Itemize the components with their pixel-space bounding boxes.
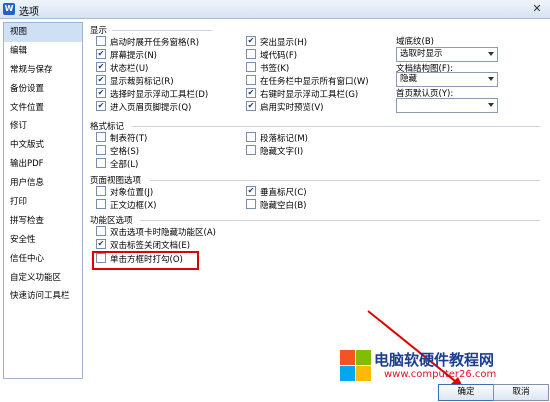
sidebar-item-file-location[interactable]: 文件位置 [4,99,82,118]
checkbox[interactable] [96,62,106,72]
section-title-ribbon: 功能区选项 [90,216,133,226]
sidebar-item-export-pdf[interactable]: 输出PDF [4,155,82,174]
sidebar-item-user-info[interactable]: 用户信息 [4,174,82,193]
checkbox[interactable] [96,145,106,155]
ok-button[interactable]: 确定 [438,384,494,401]
checkbox[interactable] [246,199,256,209]
watermark: 电脑软硬件教程网 www.computer26.com [340,348,548,384]
divider [150,180,540,181]
checkbox[interactable] [96,239,106,249]
option-bookmarks[interactable]: 书签(K) [246,62,289,74]
checkbox[interactable] [246,62,256,72]
sidebar-item-general-save[interactable]: 常规与保存 [4,61,82,80]
option-hidden-text[interactable]: 隐藏文字(I) [246,145,303,157]
watermark-title: 电脑软硬件教程网 [374,351,495,369]
chevron-down-icon [488,103,494,107]
option-all-marks[interactable]: 全部(L) [96,158,138,170]
checkbox[interactable] [246,88,256,98]
option-hide-whitespace[interactable]: 隐藏空白(B) [246,199,306,211]
window-title: 选项 [19,7,39,18]
field-shading-select[interactable]: 选取时显示 [396,47,498,62]
options-sidebar: 视图 编辑 常规与保存 备份设置 文件位置 修订 中文版式 输出PDF 用户信息… [3,22,83,379]
checkbox[interactable] [96,36,106,46]
option-spaces[interactable]: 空格(S) [96,145,139,157]
checkbox[interactable] [96,158,106,168]
checkbox[interactable] [246,101,256,111]
sidebar-item-edit[interactable]: 编辑 [4,42,82,61]
checkbox[interactable] [96,186,106,196]
option-float-toolbar-select[interactable]: 选择时显示浮动工具栏(D) [96,88,208,100]
sidebar-item-print[interactable]: 打印 [4,193,82,212]
watermark-url: www.computer26.com [384,369,497,380]
chevron-down-icon [488,52,494,56]
app-icon: W [3,3,15,15]
option-dblclick-hide-ribbon[interactable]: 双击选项卡时隐藏功能区(A) [96,226,216,238]
annotation-highlight-box [92,251,199,270]
title-bar: W 选项 ✕ [0,0,550,19]
option-text-border[interactable]: 正文边框(X) [96,199,156,211]
option-expand-task-pane[interactable]: 启动时展开任务窗格(R) [96,36,199,48]
checkbox[interactable] [96,199,106,209]
option-highlight[interactable]: 突出显示(H) [246,36,307,48]
checkbox[interactable] [246,132,256,142]
options-content: 显示 启动时展开任务窗格(R) 屏幕提示(N) 状态栏(U) 显示裁剪标记(R)… [86,22,546,377]
option-crop-marks[interactable]: 显示裁剪标记(R) [96,75,174,87]
option-live-preview[interactable]: 启用实时预览(V) [246,101,323,113]
sidebar-item-quick-access[interactable]: 快速访问工具栏 [4,287,82,306]
sidebar-item-spelling[interactable]: 拼写检查 [4,212,82,231]
cancel-button[interactable]: 取消 [493,384,549,401]
option-float-toolbar-right[interactable]: 右键时显示浮动工具栏(G) [246,88,358,100]
option-object-anchor[interactable]: 对象位置(J) [96,186,153,198]
sidebar-item-trust-center[interactable]: 信任中心 [4,250,82,269]
option-header-footer-tip[interactable]: 进入页眉页脚提示(Q) [96,101,191,113]
checkbox[interactable] [246,36,256,46]
section-title-display: 显示 [90,26,108,36]
windows-logo-icon [340,350,372,382]
sidebar-item-revision[interactable]: 修订 [4,117,82,136]
sidebar-item-chinese-layout[interactable]: 中文版式 [4,136,82,155]
checkbox[interactable] [96,49,106,59]
option-taskbar-windows[interactable]: 在任务栏中显示所有窗口(W) [246,75,369,87]
option-paragraph-marks[interactable]: 段落标记(M) [246,132,308,144]
checkbox[interactable] [246,75,256,85]
close-icon[interactable]: ✕ [530,2,544,15]
doc-map-select[interactable]: 隐藏 [396,72,498,87]
home-page-select[interactable] [396,98,498,113]
checkbox[interactable] [96,226,106,236]
section-title-page-view: 页面视图选项 [90,176,142,186]
option-field-codes[interactable]: 域代码(F) [246,49,297,61]
sidebar-item-view[interactable]: 视图 [4,23,82,42]
sidebar-item-security[interactable]: 安全性 [4,231,82,250]
checkbox[interactable] [246,186,256,196]
chevron-down-icon [488,77,494,81]
checkbox[interactable] [96,75,106,85]
sidebar-item-custom-ribbon[interactable]: 自定义功能区 [4,269,82,288]
checkbox[interactable] [246,145,256,155]
checkbox[interactable] [246,49,256,59]
divider [132,126,540,127]
divider [140,220,540,221]
option-dblclick-close-doc[interactable]: 双击标签关闭文档(E) [96,239,190,251]
field-shading-label: 域底纹(B) [396,37,434,47]
checkbox[interactable] [96,101,106,111]
divider [112,30,212,31]
option-tab-marks[interactable]: 制表符(T) [96,132,147,144]
option-vertical-ruler[interactable]: 垂直标尺(C) [246,186,307,198]
checkbox[interactable] [96,88,106,98]
option-screen-tips[interactable]: 屏幕提示(N) [96,49,157,61]
section-title-format-marks: 格式标记 [90,122,125,132]
sidebar-item-backup[interactable]: 备份设置 [4,80,82,99]
checkbox[interactable] [96,132,106,142]
option-status-bar[interactable]: 状态栏(U) [96,62,148,74]
